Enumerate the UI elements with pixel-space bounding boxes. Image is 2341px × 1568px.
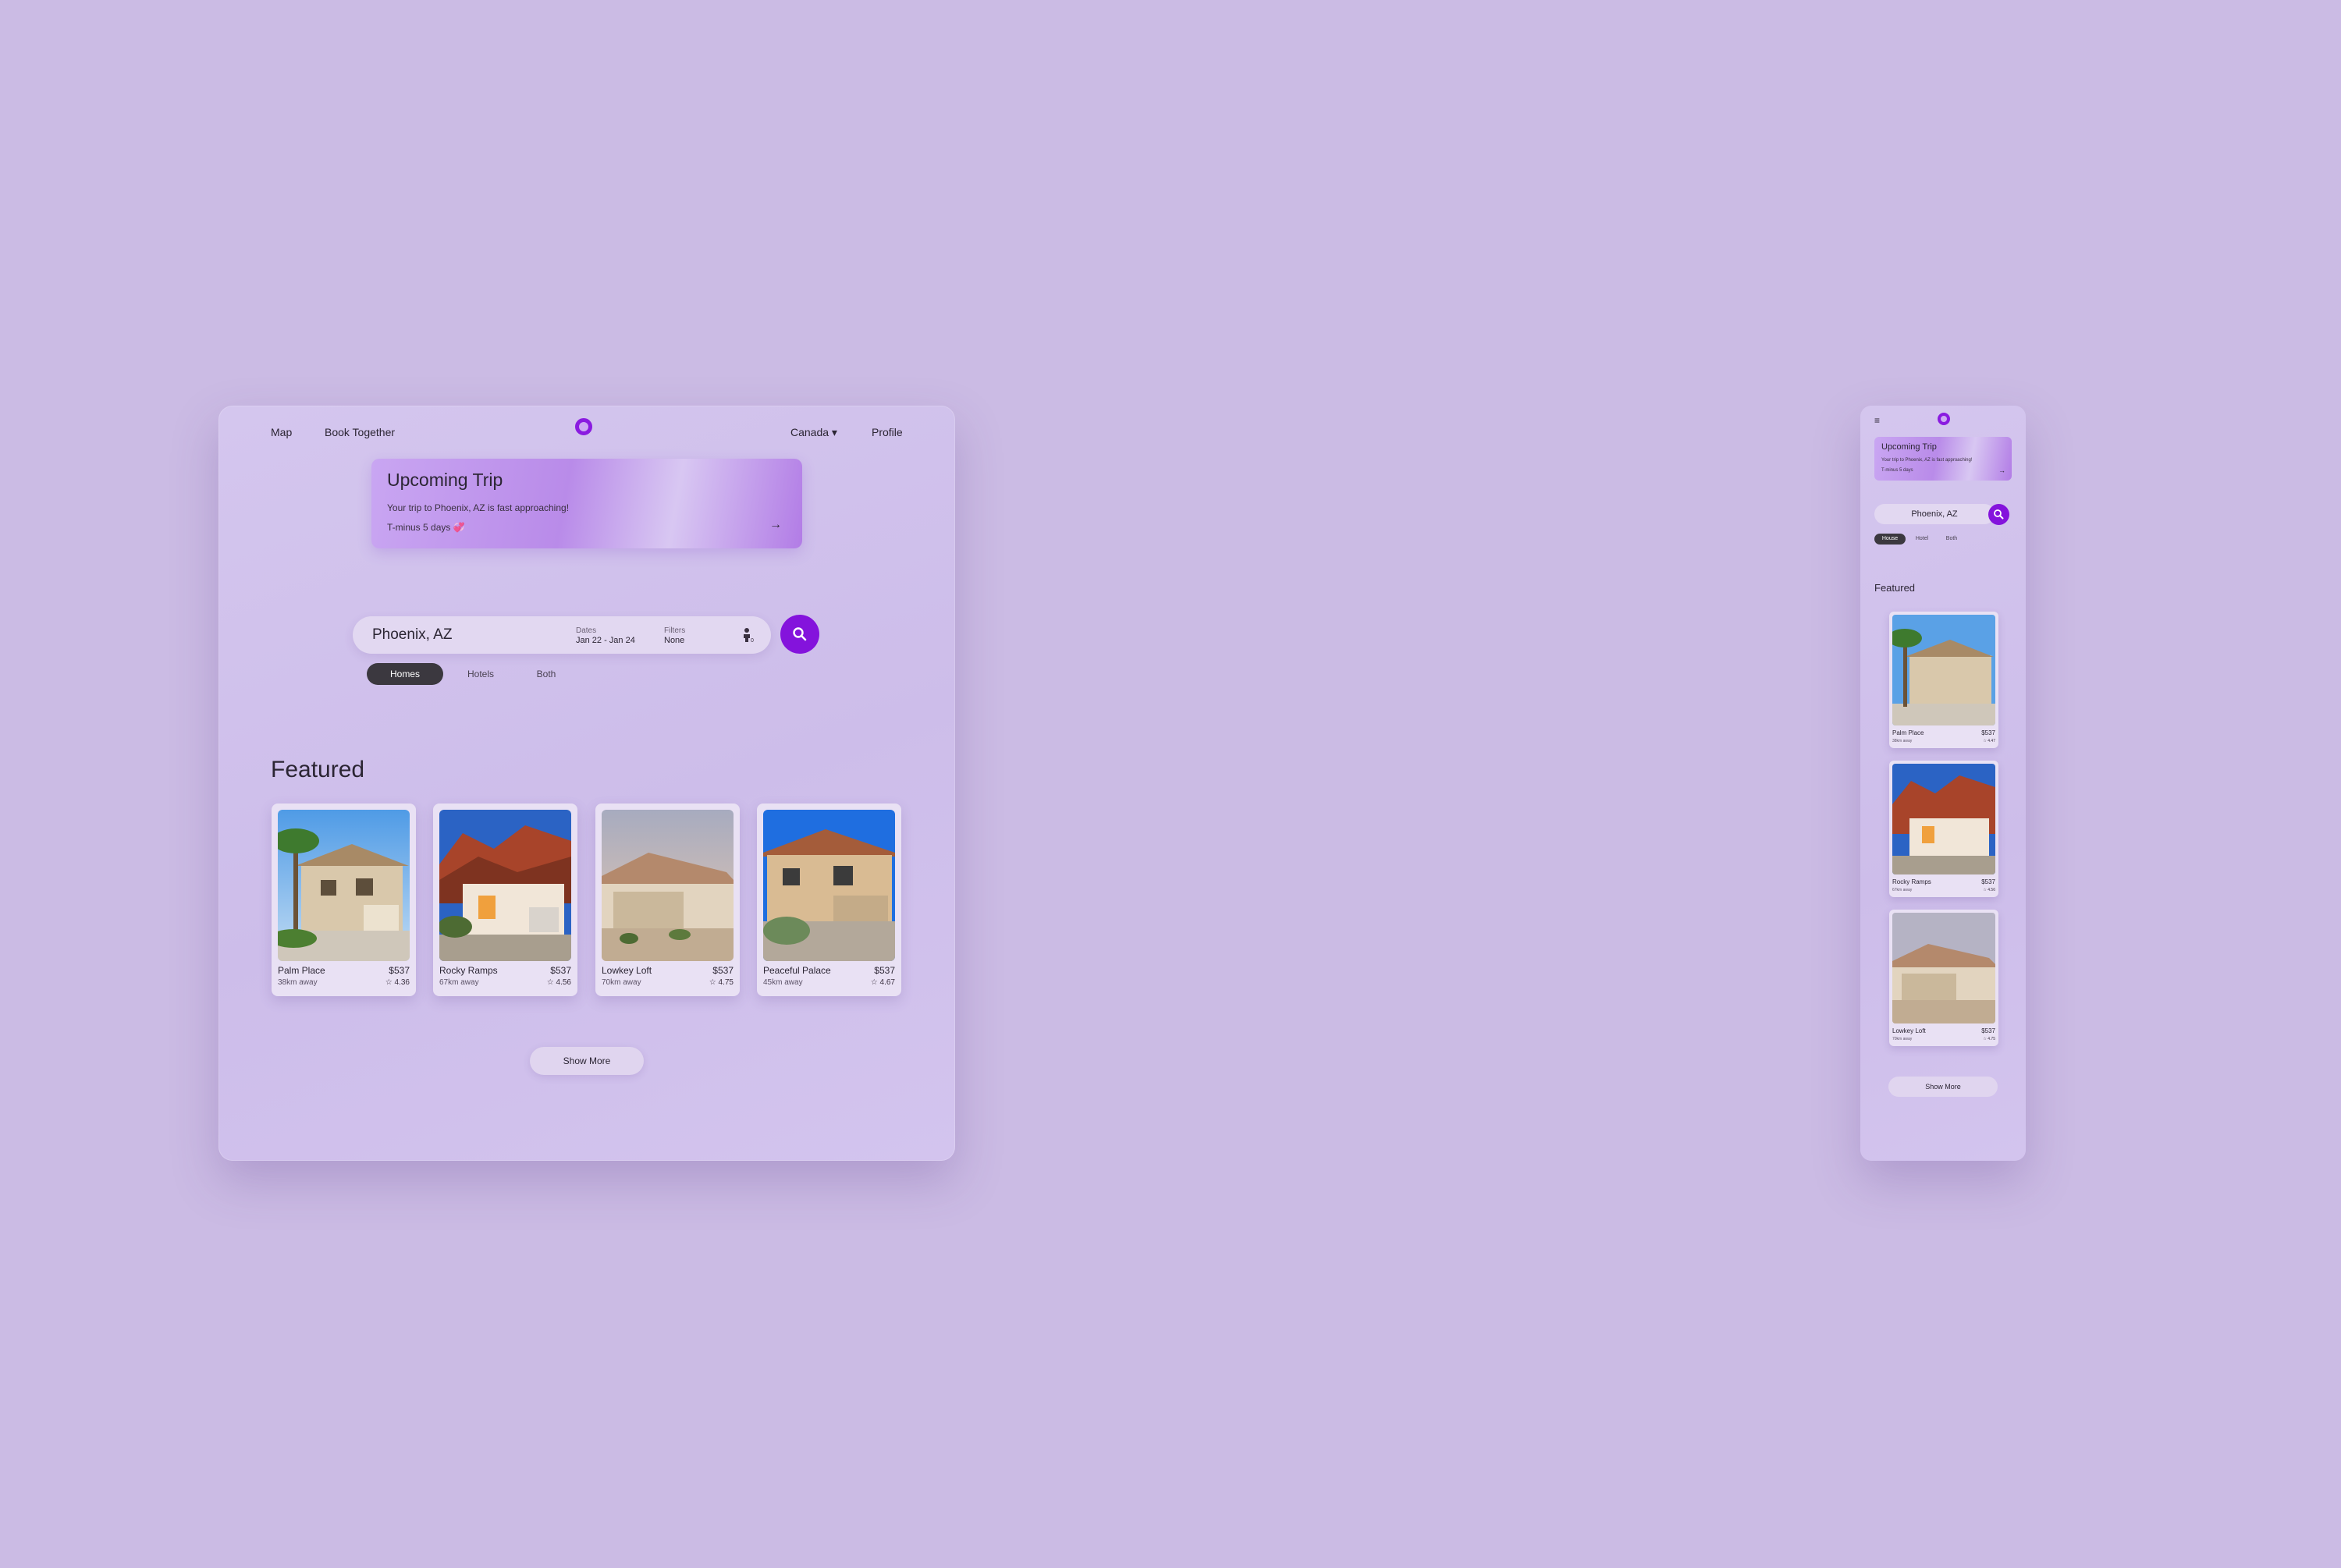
listing-photo (278, 810, 410, 961)
listing-name: Rocky Ramps (439, 965, 498, 976)
trip-countdown: T-minus 5 days 💞 (387, 522, 465, 533)
trip-message: Your trip to Phoenix, AZ is fast approac… (387, 502, 570, 513)
filters-field[interactable]: None (664, 636, 684, 645)
search-bar[interactable]: Phoenix, AZ (1874, 504, 1995, 524)
featured-heading: Featured (271, 757, 365, 782)
listing-rating: ☆ 4.47 (1983, 739, 1995, 743)
listing-price: $537 (1981, 1027, 1995, 1034)
country-dropdown[interactable]: Canada ▾ (790, 426, 837, 439)
listing-photo (1892, 615, 1995, 725)
upcoming-trip-card[interactable]: Upcoming Trip Your trip to Phoenix, AZ i… (1874, 437, 2012, 481)
listing-distance: 45km away (763, 978, 803, 987)
desktop-frame: Map Book Together Canada ▾ Profile Upcom… (218, 406, 955, 1161)
search-icon (793, 627, 807, 641)
listing-name: Peaceful Palace (763, 965, 831, 976)
tab-both[interactable]: Both (1938, 534, 1965, 545)
arrow-right-icon[interactable]: → (769, 518, 782, 532)
menu-icon[interactable]: ≡ (1874, 415, 1880, 426)
logo-ring-icon[interactable] (575, 418, 592, 435)
logo-ring-icon[interactable] (1938, 413, 1950, 425)
trip-title: Upcoming Trip (387, 470, 503, 490)
arrow-right-icon[interactable]: → (1998, 466, 2005, 474)
listing-rating: ☆ 4.56 (1983, 888, 1995, 892)
listing-price: $537 (389, 965, 410, 976)
listing-photo (602, 810, 734, 961)
guest-icon[interactable]: 0 (741, 627, 755, 643)
upcoming-trip-card[interactable]: Upcoming Trip Your trip to Phoenix, AZ i… (371, 459, 802, 548)
listing-price: $537 (550, 965, 571, 976)
show-more-button[interactable]: Show More (530, 1047, 644, 1075)
listing-rating: ☆ 4.67 (870, 978, 895, 987)
listing-price: $537 (712, 965, 734, 976)
listing-price: $537 (1981, 729, 1995, 736)
nav-profile-link[interactable]: Profile (872, 426, 903, 438)
tab-homes[interactable]: Homes (367, 663, 443, 685)
search-button[interactable] (780, 615, 819, 654)
listing-card[interactable]: Rocky Ramps $537 67km away ☆ 4.56 (433, 804, 577, 996)
listing-card[interactable]: Lowkey Loft $537 70km away ☆ 4.75 (595, 804, 740, 996)
search-bar[interactable]: Phoenix, AZ Dates Jan 22 - Jan 24 Filter… (353, 616, 771, 654)
listing-card[interactable]: Palm Place $537 38km away ☆ 4.36 (272, 804, 416, 996)
listing-rating: ☆ 4.75 (1983, 1037, 1995, 1041)
listing-rating: ☆ 4.36 (385, 978, 410, 987)
listing-rating: ☆ 4.75 (709, 978, 734, 987)
dates-field[interactable]: Jan 22 - Jan 24 (576, 636, 635, 645)
listing-price: $537 (874, 965, 895, 976)
listing-distance: 70km away (1892, 1037, 1913, 1041)
tab-both[interactable]: Both (527, 663, 566, 685)
listing-name: Lowkey Loft (602, 965, 652, 976)
mobile-frame: ≡ Upcoming Trip Your trip to Phoenix, AZ… (1860, 406, 2026, 1161)
tab-hotels[interactable]: Hotels (457, 663, 504, 685)
search-button[interactable] (1988, 504, 2009, 525)
listing-photo (763, 810, 895, 961)
show-more-button[interactable]: Show More (1888, 1077, 1998, 1097)
listing-photo (1892, 764, 1995, 874)
listing-card[interactable]: Lowkey Loft $537 70km away ☆ 4.75 (1889, 910, 1998, 1046)
listing-price: $537 (1981, 878, 1995, 885)
listing-card[interactable]: Rocky Ramps $537 67km away ☆ 4.56 (1889, 761, 1998, 897)
nav-book-together-link[interactable]: Book Together (325, 426, 395, 438)
svg-text:0: 0 (751, 638, 754, 643)
listing-photo (1892, 913, 1995, 1023)
trip-title: Upcoming Trip (1881, 442, 1937, 452)
listing-distance: 38km away (278, 978, 318, 987)
tab-hotel[interactable]: Hotel (1909, 534, 1935, 545)
dates-label: Dates (576, 626, 597, 635)
featured-heading: Featured (1874, 582, 1916, 594)
listing-distance: 38km away (1892, 739, 1913, 743)
search-location-input[interactable]: Phoenix, AZ (372, 626, 452, 644)
listing-name: Palm Place (1892, 729, 1924, 736)
listing-name: Palm Place (278, 965, 325, 976)
nav-map-link[interactable]: Map (271, 426, 292, 438)
trip-countdown: T-minus 5 days (1881, 468, 1913, 473)
search-location-input[interactable]: Phoenix, AZ (1874, 509, 1995, 519)
listing-rating: ☆ 4.56 (546, 978, 571, 987)
listing-photo (439, 810, 571, 961)
tab-house[interactable]: House (1874, 534, 1906, 545)
listing-distance: 70km away (602, 978, 641, 987)
filters-label: Filters (664, 626, 686, 635)
listing-distance: 67km away (439, 978, 479, 987)
trip-message: Your trip to Phoenix, AZ is fast approac… (1881, 458, 1973, 463)
listing-card[interactable]: Peaceful Palace $537 45km away ☆ 4.67 (757, 804, 901, 996)
search-icon (1994, 509, 2004, 520)
listing-name: Rocky Ramps (1892, 878, 1931, 885)
listing-distance: 67km away (1892, 888, 1913, 892)
listing-card[interactable]: Palm Place $537 38km away ☆ 4.47 (1889, 612, 1998, 748)
listing-name: Lowkey Loft (1892, 1027, 1926, 1034)
